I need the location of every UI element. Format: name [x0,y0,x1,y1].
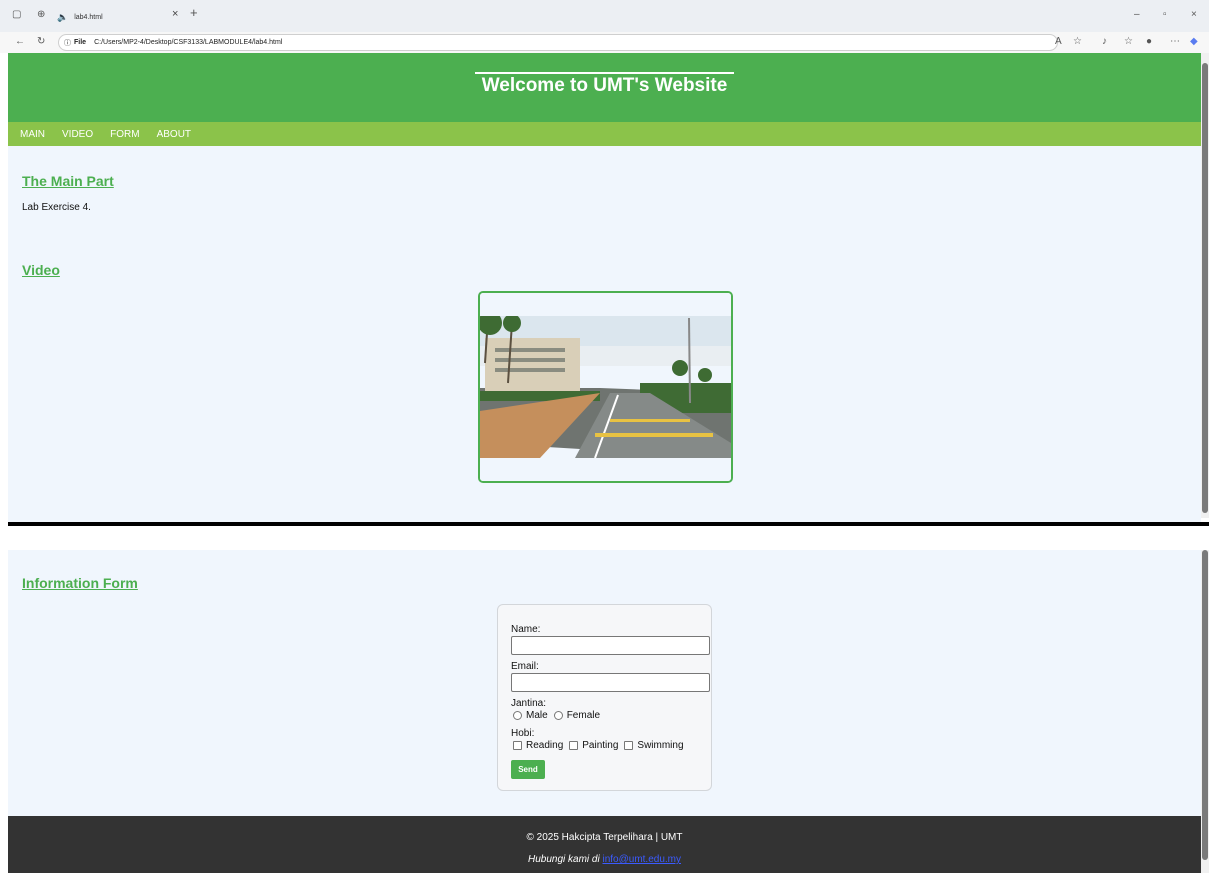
close-tab-icon[interactable]: × [172,8,178,20]
globe-icon: ⊕ [37,9,46,20]
gender-options: Male Female [513,710,606,721]
female-radio[interactable] [553,711,563,720]
favorite-star-icon[interactable]: ☆ [1073,36,1082,47]
copilot-icon[interactable]: ◆ [1190,36,1198,47]
main-part-heading: The Main Part [22,173,114,189]
footer-contact-prefix: Hubungi kami di [527,854,600,865]
gender-label: Jantina: [511,698,547,709]
extensions-icon[interactable]: ♪ [1102,36,1107,47]
email-input[interactable] [511,673,710,692]
profile-icon[interactable]: ● [1146,36,1152,47]
video-thumbnail [480,293,731,481]
name-input[interactable] [511,636,710,655]
url-field[interactable]: ⓘ File C:/Users/MP2-4/Desktop/CSF3133/LA… [58,34,1058,51]
back-icon[interactable]: ← [15,36,25,47]
info-form: Name: Email: Jantina: Male Female Hobi: … [497,604,712,791]
footer-contact-link[interactable]: info@umt.edu.my [602,854,681,865]
tab-title: lab4.html [74,13,103,21]
main-part-text: Lab Exercise 4. [22,202,91,213]
nav-link-main[interactable]: MAIN [20,129,45,140]
url-text: C:/Users/MP2-4/Desktop/CSF3133/LABMODULE… [94,39,283,46]
url-scheme-label: File [74,39,87,46]
refresh-icon[interactable]: ↻ [37,36,45,47]
new-tab-icon[interactable]: + [190,5,198,20]
site-footer: © 2025 Hakcipta Terpelihara | UMT Hubung… [8,816,1201,873]
more-options-icon[interactable]: ⋯ [1170,36,1180,47]
painting-checkbox[interactable] [569,741,579,750]
read-aloud-icon[interactable]: A [1055,36,1062,47]
nav-link-video[interactable]: VIDEO [62,129,93,140]
favorites-icon[interactable]: ☆ [1124,36,1133,47]
reading-label: Reading [526,740,564,751]
minimize-icon[interactable]: – [1134,9,1140,20]
browser-tab[interactable]: 🔈 lab4.html × [57,5,207,29]
main-content: The Main Part Lab Exercise 4. Video [8,146,1201,574]
footer-contact: Hubungi kami di info@umt.edu.my [8,854,1201,865]
male-label: Male [526,710,548,721]
site-title: Welcome to UMT's Website [481,75,728,96]
nav-link-about[interactable]: ABOUT [157,129,191,140]
form-heading: Information Form [22,575,138,591]
address-bar-row: ← ↻ ⓘ File C:/Users/MP2-4/Desktop/CSF313… [0,32,1209,53]
nav-bar: MAIN VIDEO FORM ABOUT [8,122,1201,146]
site-header: Welcome to UMT's Website [8,53,1201,122]
send-button[interactable]: Send [511,760,545,779]
female-label: Female [566,710,601,721]
scrollbar-top[interactable] [1201,53,1209,518]
scrollbar-thumb[interactable] [1202,63,1208,513]
footer-copyright: © 2025 Hakcipta Terpelihara | UMT [526,832,683,843]
hobby-label: Hobi: [511,728,535,739]
swimming-checkbox[interactable] [624,741,634,750]
form-section: Information Form Name: Email: Jantina: M… [8,550,1201,816]
header-rule [475,72,734,74]
browser-tab-bar: ▢ ⊕ 🔈 lab4.html × + – ▫ × [0,0,1209,32]
nav-link-form[interactable]: FORM [110,129,139,140]
gap [8,526,1201,550]
reading-checkbox[interactable] [513,741,522,750]
scrollbar-bottom[interactable] [1201,550,1209,873]
painting-label: Painting [582,740,619,751]
speaker-icon[interactable]: 🔈 [57,12,68,23]
name-label: Name: [511,624,541,635]
window-menu-icon[interactable]: ▢ [12,9,21,20]
male-radio[interactable] [513,711,522,720]
email-label: Email: [511,661,539,672]
close-window-icon[interactable]: × [1191,9,1197,20]
info-icon: ⓘ [64,39,71,47]
scrollbar-thumb[interactable] [1202,550,1208,860]
restore-icon[interactable]: ▫ [1163,9,1167,20]
swimming-label: Swimming [637,740,684,751]
video-heading: Video [22,262,60,278]
video-player[interactable] [478,291,733,483]
hobby-options: Reading Painting Swimming [513,740,690,751]
